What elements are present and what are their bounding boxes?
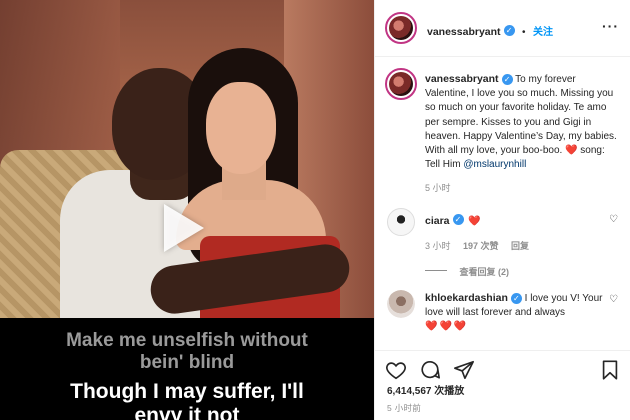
comment-text: ❤️ [467, 216, 481, 227]
lyric-line-next: envy it not [134, 404, 240, 420]
comment-time[interactable]: 3 小时 [425, 241, 451, 251]
lyric-line: Make me unselfish without [66, 330, 308, 351]
separator-dot: • [522, 27, 526, 38]
comment-icon[interactable] [419, 359, 441, 381]
verified-icon: ✓ [503, 25, 515, 37]
heart-icon[interactable]: ♡ [609, 294, 618, 305]
verified-icon: ✓ [510, 292, 522, 304]
more-icon[interactable]: ··· [602, 18, 619, 34]
share-icon[interactable] [453, 359, 475, 381]
heart-icon[interactable] [385, 359, 407, 381]
avatar[interactable] [387, 290, 415, 318]
caption-time[interactable]: 5 小时 [425, 181, 451, 194]
comment-meta: 3 小时 197 次赞 回复 [425, 236, 529, 254]
mention-link[interactable]: @mslaurynhill [463, 159, 526, 170]
avatar[interactable] [385, 68, 417, 100]
post-media[interactable]: Make me unselfish without bein' blind Th… [0, 0, 374, 420]
heart-emoji: ❤️ [565, 145, 578, 157]
verified-icon: ✓ [452, 214, 464, 226]
verified-icon: ✓ [501, 73, 513, 85]
replies-line [425, 270, 447, 272]
lyric-line: bein' blind [139, 352, 235, 373]
comment: ciara ✓ ❤️ [425, 211, 480, 229]
heart-icon[interactable]: ♡ [609, 214, 618, 225]
post-caption: vanessabryant ✓ To my forever Valentine, … [425, 72, 621, 172]
comment-likes[interactable]: 197 次赞 [463, 241, 499, 251]
comment: khloekardashian ✓ I love you V! Your love… [425, 291, 615, 334]
view-replies-label[interactable]: 查看回复 (2) [459, 267, 509, 277]
play-count[interactable]: 6,414,567 次播放 [387, 382, 464, 397]
post-header: vanessabryant ✓ • 关注 ··· [375, 0, 630, 57]
video-frame[interactable] [0, 0, 374, 318]
comment-username[interactable]: ciara [425, 215, 450, 227]
caption-author[interactable]: vanessabryant [425, 73, 499, 85]
bookmark-icon[interactable] [599, 359, 621, 381]
play-icon[interactable] [164, 204, 204, 252]
post-side-panel: vanessabryant ✓ • 关注 ··· vanessabryant ✓ T… [374, 0, 630, 420]
reply-button[interactable]: 回复 [511, 241, 529, 251]
avatar[interactable] [387, 208, 415, 236]
lyric-line-current: Though I may suffer, I'll [70, 380, 304, 403]
post-timestamp[interactable]: 5 小时前 [387, 402, 421, 414]
avatar[interactable] [385, 12, 417, 44]
follow-button[interactable]: 关注 [533, 27, 553, 38]
woman-face [206, 82, 276, 174]
comment-username[interactable]: khloekardashian [425, 292, 508, 304]
author-username[interactable]: vanessabryant [427, 26, 501, 38]
view-replies[interactable]: 查看回复 (2) [425, 262, 509, 280]
lyrics-overlay: Make me unselfish without bein' blind Th… [0, 318, 374, 420]
heart-emojis: ❤️❤️❤️ [425, 321, 469, 332]
post-window: Make me unselfish without bein' blind Th… [0, 0, 630, 420]
caption-text: To my forever Valentine, I love you so m… [425, 74, 617, 157]
